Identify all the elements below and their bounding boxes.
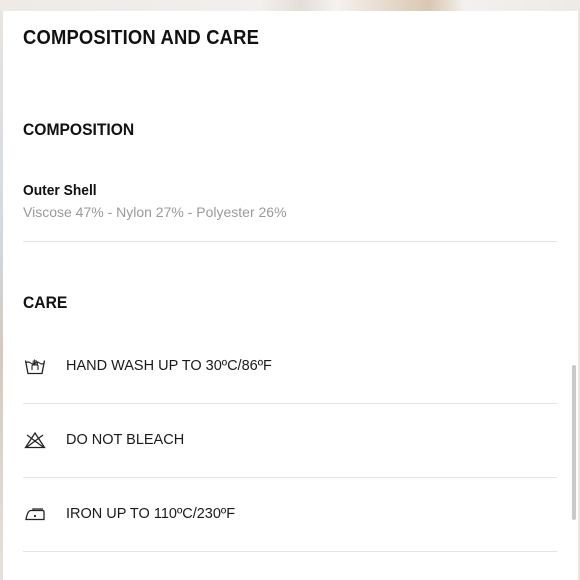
composition-heading: COMPOSITION xyxy=(23,120,135,139)
composition-part-detail: Viscose 47% - Nylon 27% - Polyester 26% xyxy=(23,204,287,220)
care-item-iron: IRON UP TO 110ºC/230ºF xyxy=(23,477,557,551)
iron-icon xyxy=(24,505,46,523)
care-item-label: HAND WASH UP TO 30ºC/86ºF xyxy=(66,358,272,374)
care-item-label: IRON UP TO 110ºC/230ºF xyxy=(66,506,236,522)
divider xyxy=(23,551,557,552)
hand-wash-icon xyxy=(24,357,46,375)
scrollbar[interactable] xyxy=(572,365,576,520)
composition-care-screen: COMPOSITION AND CARE COMPOSITION Outer S… xyxy=(0,0,580,580)
care-item-no-bleach: DO NOT BLEACH xyxy=(23,403,557,477)
composition-part-name: Outer Shell xyxy=(23,182,97,199)
care-item-label: DO NOT BLEACH xyxy=(66,432,185,448)
divider xyxy=(23,241,557,242)
composition-care-panel: COMPOSITION AND CARE COMPOSITION Outer S… xyxy=(3,11,578,580)
do-not-bleach-icon xyxy=(24,431,46,449)
care-heading: CARE xyxy=(23,293,68,312)
care-item-hand-wash: HAND WASH UP TO 30ºC/86ºF xyxy=(23,329,557,403)
page-title: COMPOSITION AND CARE xyxy=(23,27,260,49)
